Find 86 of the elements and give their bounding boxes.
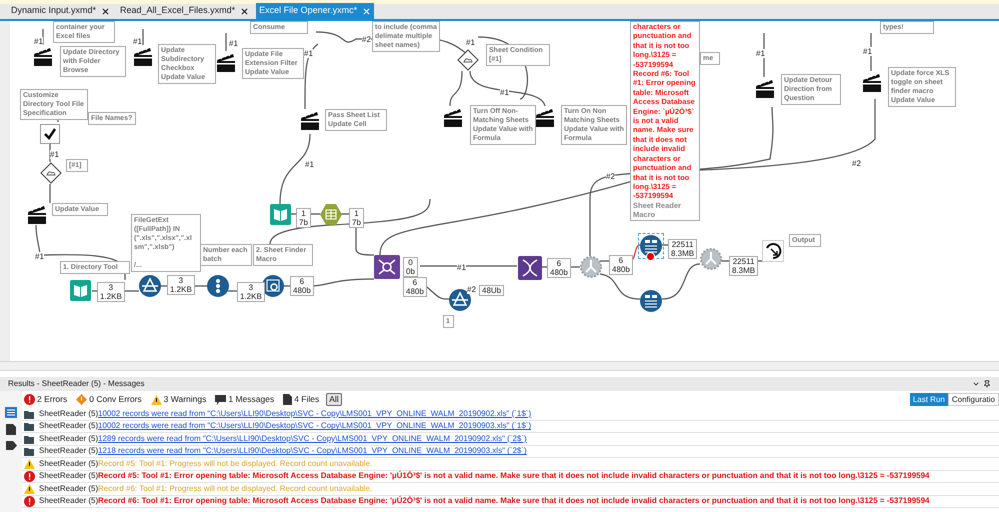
folder-icon <box>24 408 34 419</box>
warning-icon <box>24 484 34 494</box>
error-icon <box>24 394 35 405</box>
conversion-error-icon <box>76 394 88 405</box>
record-count: 48Ub <box>479 285 504 296</box>
tool-name: SheetReader (5) <box>38 482 98 495</box>
tool-name: SheetReader (5) <box>38 408 98 420</box>
view-tab[interactable]: Last Run <box>910 393 948 406</box>
record-count: 6 480b <box>290 276 314 296</box>
view-tab[interactable]: Configuratio <box>948 393 999 406</box>
message-row[interactable]: SheetReader (5)10002 records were read from "C:\Users\LLI90\Desktop\SVC - Copy\LMS001_VPY_ONLINE_WALM_20190902.xls" (`1$`) <box>22 408 999 420</box>
connection-label: #1 <box>50 150 59 159</box>
message-text: Record #6: Tool #1: Progress will not be displayed. Record count unavailable. <box>98 482 372 495</box>
error-badge-icon <box>646 252 655 261</box>
message-filter[interactable]: 4 Files <box>281 394 322 405</box>
connection-label: #2 <box>362 35 371 44</box>
record-count: 3 1.2KB <box>97 282 125 302</box>
close-icon[interactable] <box>240 6 250 16</box>
message-text: Record #5: Tool #1: Progress will not be displayed. Record count unavailable. <box>98 458 372 470</box>
connection-label: #1 <box>305 160 314 169</box>
record-count: 6 480b <box>609 255 633 275</box>
connection-label: #1 <box>457 263 466 272</box>
connection-label: #1 <box>304 49 313 58</box>
document-tab[interactable]: Read_All_Excel_Files.yxmd* <box>117 3 252 19</box>
message-row[interactable]: SheetReader (5)Record #6: Tool #1: Progress will not be displayed. Record count unavailable. <box>22 483 999 496</box>
message-row[interactable] <box>22 470 999 483</box>
close-icon[interactable] <box>101 6 110 16</box>
message-row[interactable]: SheetReader (5)Record #5: Tool #1: Progress will not be displayed. Record count unavailable. <box>22 458 999 470</box>
document-tab[interactable]: Dynamic Input.yxmd* <box>8 3 114 19</box>
horizontal-scrollbar[interactable] <box>0 361 999 371</box>
tool-name: SheetReader (5) <box>38 420 98 432</box>
message-text[interactable]: 10002 records were read from "C:\Users\LLI90\Desktop\SVC - Copy\LMS001_VPY_ONLINE_WALM_20190902.xls" (`1$`) <box>98 408 532 420</box>
message-text[interactable]: 1218 records were read from "C:\Users\LLI90\Desktop\SVC - Copy\LMS001_VPY_ONLINE_WALM_20190903.xls" (`2$`) <box>98 445 527 458</box>
connection-label: #2 <box>606 172 615 181</box>
record-count: 1 7b <box>349 208 364 228</box>
record-count: 6 480b <box>547 258 571 278</box>
message-text[interactable]: 1289 records were read from "C:\Users\LLI90\Desktop\SVC - Copy\LMS001_VPY_ONLINE_WALM_20190902.xls" (`2$`) <box>98 432 527 445</box>
document-tab[interactable]: Excel File Opener.yxmc* <box>256 3 374 19</box>
warning-icon <box>150 394 162 404</box>
connection-label: #1 <box>35 252 44 261</box>
record-count: 0 0b <box>403 257 418 277</box>
message-row[interactable]: SheetReader (5)1289 records were read from "C:\Users\LLI90\Desktop\SVC - Copy\LMS001_VPY_ONLINE_WALM_20190902.xls" (`2$`) <box>22 433 999 446</box>
record-count: 22511 8.3MB <box>729 256 758 276</box>
message-icon <box>215 394 226 404</box>
results-title: Results - SheetReader (5) - Messages <box>8 378 144 390</box>
record-count: 6 480b <box>403 277 427 297</box>
error-icon <box>24 470 34 482</box>
tool-name: SheetReader (5) <box>38 432 98 445</box>
file-icon <box>283 394 292 405</box>
message-filter[interactable]: 2 Errors <box>22 394 70 405</box>
connection-label: #1 <box>756 49 765 58</box>
folder-icon <box>24 421 34 432</box>
connection-label: #2 <box>852 159 861 168</box>
connection-label: #1 <box>34 37 43 46</box>
connection-label: #1 <box>133 37 142 46</box>
list-icon[interactable] <box>5 407 17 418</box>
folder-icon <box>24 446 34 456</box>
message-text: Record #5: Tool #1: Error opening table: Microsoft Access Database Engine: 'µÚ1Ò³$' is not a valid name. Make sure that it does not include invalid characters or punctuation and that it is not too long.\3125 = -537199594 <box>98 470 930 482</box>
folder-icon <box>24 434 34 444</box>
document-icon[interactable] <box>6 424 16 435</box>
tool-name: SheetReader (5) <box>38 495 98 508</box>
record-count: 1 7b <box>296 208 311 228</box>
tool-name: SheetReader (5) <box>38 470 98 482</box>
message-row[interactable]: SheetReader (5)1218 records were read from "C:\Users\LLI90\Desktop\SVC - Copy\LMS001_VPY_ONLINE_WALM_20190903.xls" (`2$`) <box>22 446 999 458</box>
record-count: 3 1.2KB <box>237 282 265 302</box>
tool-name: SheetReader (5) <box>38 458 98 470</box>
message-filter[interactable]: 3 Warnings <box>148 394 208 405</box>
connection-label: #1 <box>229 39 238 48</box>
tool-name: SheetReader (5) <box>38 445 98 458</box>
message-filter[interactable]: All <box>326 393 342 406</box>
message-text: Record #6: Tool #1: Error opening table: Microsoft Access Database Engine: 'µÚ2Ò³$' is not a valid name. Make sure that it does not include invalid characters or punctuation and that it is not too long.\3125 = -537199594 <box>98 495 930 508</box>
message-filter[interactable]: 1 Messages <box>213 394 276 405</box>
record-count: 22511 8.3MB <box>668 239 698 259</box>
dropdown-icon[interactable] <box>972 380 980 388</box>
message-row[interactable]: SheetReader (5)10002 records were read from "C:\Users\LLI90\Desktop\SVC - Copy\LMS001_VPY_ONLINE_WALM_20190903.xls" (`1$`) <box>22 420 999 433</box>
record-count: 3 1.2KB <box>167 275 195 295</box>
message-filter[interactable]: 0 Conv Errors <box>74 394 144 405</box>
warning-icon <box>24 458 34 469</box>
message-row[interactable] <box>22 496 999 508</box>
error-icon <box>24 496 34 507</box>
connection-label: #1 <box>500 88 509 97</box>
connection-label: #1 <box>466 38 475 47</box>
connection-label: #1 <box>863 47 872 56</box>
message-text[interactable]: 10002 records were read from "C:\Users\LLI90\Desktop\SVC - Copy\LMS001_VPY_ONLINE_WALM_20190903.xls" (`1$`) <box>98 420 532 432</box>
pin-icon[interactable] <box>983 380 991 388</box>
tag-icon[interactable] <box>6 441 16 450</box>
